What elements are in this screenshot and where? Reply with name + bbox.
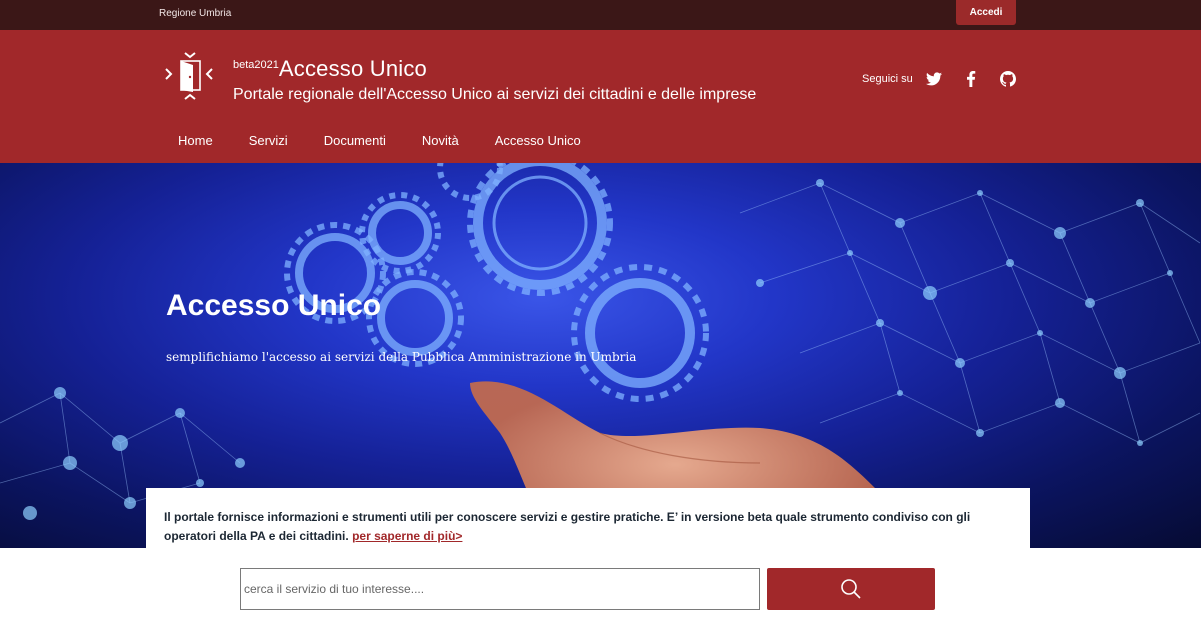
more-info-link[interactable]: per saperne di più>: [352, 529, 462, 543]
follow-label: Seguici su: [862, 73, 913, 85]
brand[interactable]: beta2021Accesso Unico: [233, 56, 427, 82]
portal-description: Il portale fornisce informazioni e strum…: [164, 508, 1014, 546]
info-search-card: Il portale fornisce informazioni e strum…: [146, 488, 1030, 631]
twitter-icon[interactable]: [925, 70, 943, 88]
hero-title: Accesso Unico: [166, 289, 382, 322]
facebook-icon[interactable]: [962, 70, 980, 88]
site-header: beta2021Accesso Unico Portale regionale …: [0, 30, 1201, 163]
site-subtitle: Portale regionale dell'Accesso Unico ai …: [233, 86, 757, 103]
search-icon: [841, 579, 861, 599]
nav-accesso-unico[interactable]: Accesso Unico: [495, 133, 581, 148]
portal-description-text: Il portale fornisce informazioni e strum…: [164, 510, 971, 543]
search-button[interactable]: [767, 568, 935, 610]
main-nav: Home Servizi Documenti Novità Accesso Un…: [178, 133, 617, 148]
nav-home[interactable]: Home: [178, 133, 213, 148]
social-links: Seguici su: [862, 70, 1036, 88]
nav-novita[interactable]: Novità: [422, 133, 459, 148]
nav-documenti[interactable]: Documenti: [324, 133, 386, 148]
door-logo-icon[interactable]: [163, 50, 215, 104]
github-icon[interactable]: [999, 70, 1017, 88]
beta-label: beta2021: [233, 59, 279, 71]
nav-servizi[interactable]: Servizi: [249, 133, 288, 148]
region-link[interactable]: Regione Umbria: [159, 8, 231, 19]
search-input[interactable]: [240, 568, 760, 610]
site-title: Accesso Unico: [278, 56, 427, 81]
top-bar: Regione Umbria Accedi: [0, 0, 1201, 30]
hero-subtitle: semplifichiamo l'accesso ai servizi dell…: [166, 350, 637, 364]
login-button[interactable]: Accedi: [956, 0, 1016, 25]
